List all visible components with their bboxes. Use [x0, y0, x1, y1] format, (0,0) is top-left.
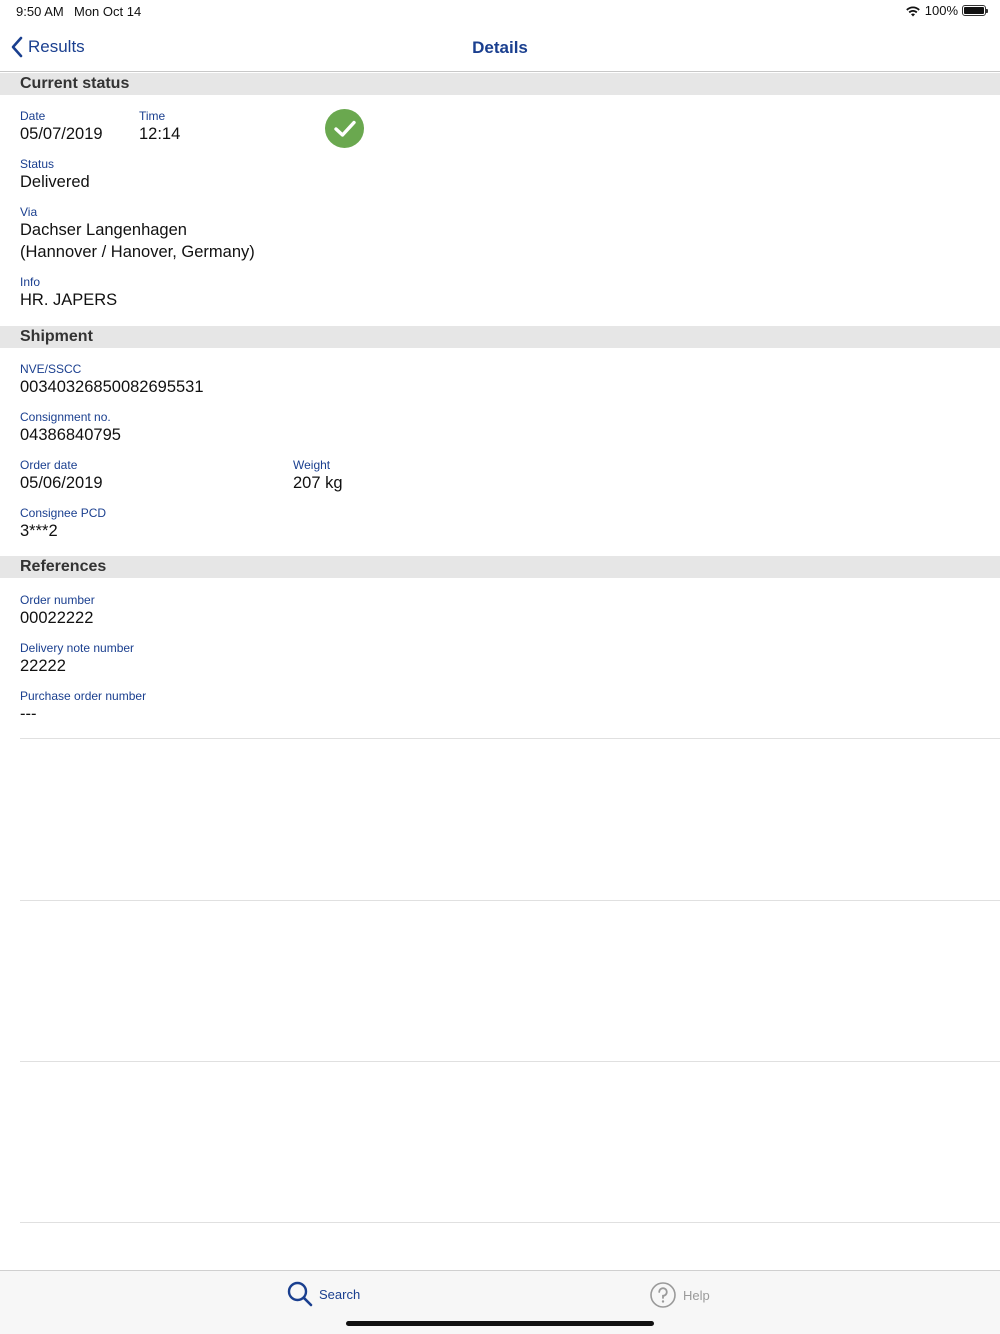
- status-bar: 9:50 AM Mon Oct 14 100%: [0, 0, 1000, 24]
- status-time: 9:50 AM: [16, 4, 64, 19]
- tab-search-label: Search: [319, 1286, 361, 1302]
- consignment-value: 04386840795: [20, 426, 121, 444]
- time-label: Time: [139, 109, 166, 123]
- list-divider: [20, 1222, 1000, 1223]
- via-label: Via: [20, 205, 38, 219]
- order-date-value: 05/06/2019: [20, 474, 103, 492]
- section-title-shipment: Shipment: [20, 328, 93, 345]
- list-divider: [20, 738, 1000, 739]
- section-header-current-status: Current status: [0, 73, 1000, 95]
- section-header-references: References: [0, 556, 1000, 578]
- navigation-bar: Results Details: [0, 24, 1000, 72]
- info-label: Info: [20, 275, 41, 289]
- list-divider: [20, 900, 1000, 901]
- search-icon: [287, 1281, 313, 1307]
- purchase-order-value: ---: [20, 705, 37, 723]
- status-value: Delivered: [20, 173, 90, 191]
- consignment-label: Consignment no.: [20, 410, 111, 424]
- consignee-pcd-value: 3***2: [20, 522, 58, 540]
- date-value: 05/07/2019: [20, 125, 103, 143]
- date-label: Date: [20, 109, 46, 123]
- section-title-references: References: [20, 558, 107, 575]
- via-value-line1: Dachser Langenhagen: [20, 221, 187, 239]
- home-indicator: [346, 1321, 654, 1326]
- status-label: Status: [20, 157, 55, 171]
- help-icon: [650, 1282, 676, 1308]
- sscc-value: 00340326850082695531: [20, 378, 204, 396]
- tab-help-label: Help: [683, 1287, 710, 1303]
- sscc-label: NVE/SSCC: [20, 362, 82, 376]
- order-number-value: 00022222: [20, 609, 94, 627]
- battery-icon: [962, 5, 988, 16]
- weight-label: Weight: [293, 458, 331, 472]
- via-value-line2: (Hannover / Hanover, Germany): [20, 243, 255, 261]
- tab-search[interactable]: Search: [287, 1281, 360, 1307]
- delivery-note-value: 22222: [20, 657, 66, 675]
- status-right: 100%: [905, 3, 988, 18]
- status-date: Mon Oct 14: [74, 4, 142, 19]
- battery-percent: 100%: [924, 3, 958, 18]
- section-title-current-status: Current status: [20, 75, 130, 92]
- tab-help[interactable]: Help: [649, 1281, 710, 1309]
- time-value: 12:14: [139, 125, 181, 143]
- weight-value: 207 kg: [293, 474, 343, 492]
- order-number-label: Order number: [20, 593, 95, 607]
- delivered-status-icon: [325, 109, 364, 148]
- consignee-pcd-label: Consignee PCD: [20, 506, 107, 520]
- checkmark-icon: [333, 120, 356, 137]
- purchase-order-label: Purchase order number: [20, 689, 147, 703]
- section-header-shipment: Shipment: [0, 326, 1000, 348]
- page-title: Details: [472, 38, 528, 57]
- delivery-note-label: Delivery note number: [20, 641, 135, 655]
- list-divider: [20, 1061, 1000, 1062]
- order-date-label: Order date: [20, 458, 78, 472]
- wifi-icon: [905, 5, 920, 16]
- info-value: HR. JAPERS: [20, 291, 118, 309]
